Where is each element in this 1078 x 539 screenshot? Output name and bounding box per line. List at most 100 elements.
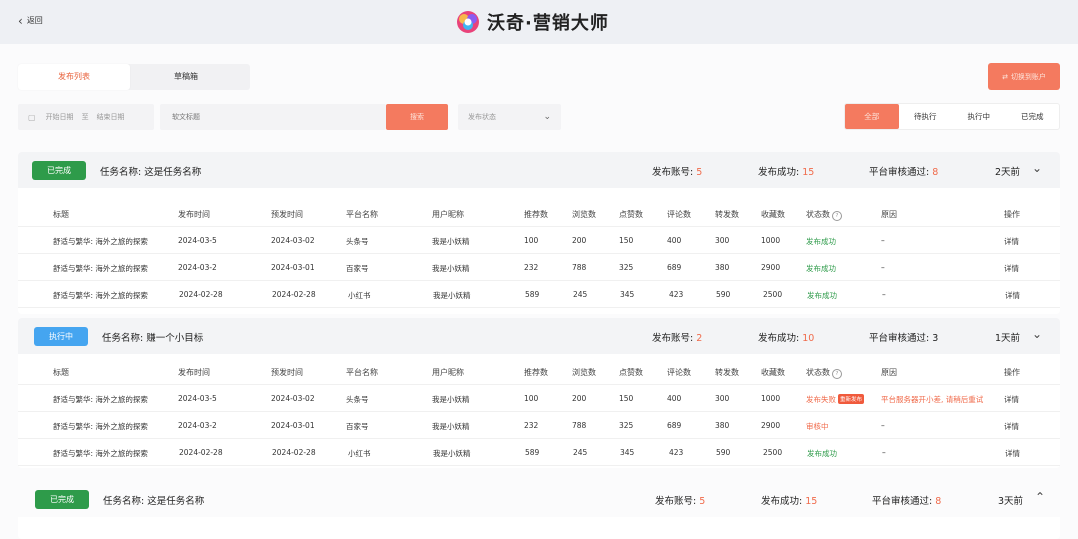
- task-name: 任务名称: 这是任务名称: [100, 164, 201, 178]
- cell-pre-time: 2024-02-28: [272, 290, 316, 299]
- column-header: 浏览数: [572, 210, 596, 219]
- cell-recommend: 100: [524, 236, 539, 245]
- cell-pre-time: 2024-03-01: [271, 421, 315, 430]
- table-row: 舒适与繁华: 海外之旅的探索 2024-02-28 2024-02-28 小红书…: [18, 281, 1060, 308]
- details-link[interactable]: 详情: [1004, 394, 1019, 405]
- column-header: 状态数?: [806, 209, 842, 221]
- chevron-up-icon[interactable]: ⌃: [1035, 490, 1045, 504]
- chevron-down-icon[interactable]: ⌄: [1032, 161, 1042, 175]
- cell-views: 788: [572, 421, 587, 430]
- search-button[interactable]: 搜索: [386, 104, 448, 130]
- cell-platform: 小红书: [348, 449, 371, 458]
- cell-nickname: 我是小妖精: [432, 237, 470, 246]
- stat-accounts: 发布账号: 2: [652, 330, 702, 344]
- cell-comments: 689: [667, 421, 682, 430]
- cell-title: 舒适与繁华: 海外之旅的探索: [53, 422, 148, 431]
- column-header-label: 状态数: [806, 368, 830, 377]
- back-label: 返回: [26, 16, 43, 25]
- stat-accounts-label: 发布账号:: [652, 167, 694, 178]
- switch-account-button[interactable]: ⇄ 切换到账户: [988, 63, 1060, 90]
- cell-title: 舒适与繁华: 海外之旅的探索: [53, 449, 148, 458]
- info-icon[interactable]: ?: [832, 369, 842, 379]
- cell-pre-time: 2024-03-02: [271, 394, 315, 403]
- column-header: 推荐数: [524, 210, 548, 219]
- stat-approved: 平台审核通过: 8: [869, 164, 938, 178]
- task-card: 已完成 任务名称: 这是任务名称 发布账号: 5 发布成功: 15 平台审核通过: 8…: [18, 481, 1060, 539]
- details-link[interactable]: 详情: [1005, 290, 1020, 301]
- chevron-down-icon[interactable]: ⌄: [1032, 327, 1042, 341]
- table-header: 标题 发布时间 预发时间 平台名称 用户昵称 推荐数 浏览数 点赞数 评论数 转…: [18, 358, 1060, 385]
- stat-accounts-value: 5: [699, 496, 706, 507]
- stat-approved-label: 平台审核通过:: [869, 167, 930, 178]
- task-card-header: 执行中 任务名称: 赚一个小目标 发布账号: 2 发布成功: 10 平台审核通过: 3…: [18, 318, 1060, 354]
- date-separator: 至: [81, 113, 89, 121]
- cell-views: 245: [573, 448, 588, 457]
- cell-platform: 百家号: [346, 422, 369, 431]
- title-search-input[interactable]: [160, 104, 386, 130]
- date-range-picker[interactable]: ▢ 开始日期 至 结束日期: [18, 104, 154, 130]
- task-card-header: 已完成 任务名称: 这是任务名称 发布账号: 5 发布成功: 15 平台审核通过: 8…: [18, 481, 1060, 517]
- cell-comments: 423: [669, 290, 684, 299]
- view-tabs: 发布列表 草稿箱: [18, 64, 250, 90]
- column-header: 推荐数: [524, 368, 548, 377]
- stat-success-label: 发布成功:: [761, 496, 803, 507]
- stat-success-value: 15: [802, 167, 815, 178]
- stat-accounts: 发布账号: 5: [655, 493, 705, 507]
- cell-status: 发布成功: [806, 264, 836, 273]
- info-icon[interactable]: ?: [832, 211, 842, 221]
- republish-button[interactable]: 重新发布: [838, 394, 865, 404]
- tab-publish-list[interactable]: 发布列表: [18, 64, 130, 90]
- cell-reason: –: [881, 263, 885, 272]
- stat-accounts-label: 发布账号:: [652, 333, 694, 344]
- status-filter-segment: 全部 待执行 执行中 已完成: [844, 103, 1060, 130]
- cell-comments: 689: [667, 263, 682, 272]
- details-link[interactable]: 详情: [1004, 421, 1019, 432]
- cell-publish-time: 2024-03-2: [178, 421, 217, 430]
- cell-recommend: 589: [525, 290, 540, 299]
- details-link[interactable]: 详情: [1004, 263, 1019, 274]
- cell-nickname: 我是小妖精: [432, 422, 470, 431]
- stat-success: 发布成功: 15: [758, 164, 814, 178]
- column-header: 原因: [881, 368, 897, 377]
- stat-success-label: 发布成功:: [758, 333, 800, 344]
- stat-accounts-value: 5: [696, 167, 703, 178]
- back-button[interactable]: ‹ 返回: [18, 13, 43, 28]
- column-header: 评论数: [667, 368, 691, 377]
- column-header: 收藏数: [761, 210, 785, 219]
- task-name-value: 这是任务名称: [144, 167, 202, 178]
- segment-completed[interactable]: 已完成: [1006, 104, 1060, 129]
- publish-status-select[interactable]: 发布状态 ⌄: [458, 104, 561, 130]
- brand-logo: 沃奇·营销大师: [455, 9, 609, 35]
- cell-views: 200: [572, 394, 587, 403]
- cell-reason: –: [881, 236, 885, 245]
- chevron-down-icon: ⌄: [543, 112, 551, 122]
- stat-approved: 平台审核通过: 3: [869, 330, 938, 344]
- cell-reason: 平台服务器开小差, 请稍后重试: [881, 395, 984, 404]
- column-header: 转发数: [715, 210, 739, 219]
- cell-nickname: 我是小妖精: [433, 291, 471, 300]
- table-row: 舒适与繁华: 海外之旅的探索 2024-03-5 2024-03-02 头条号 …: [18, 227, 1060, 254]
- column-header: 预发时间: [271, 368, 303, 377]
- main-content: 发布列表 草稿箱 ⇄ 切换到账户 ▢ 开始日期 至 结束日期 搜索 发布状态 ⌄…: [0, 44, 1078, 539]
- cell-recommend: 232: [524, 263, 539, 272]
- cell-publish-time: 2024-03-2: [178, 263, 217, 272]
- cell-views: 788: [572, 263, 587, 272]
- segment-all[interactable]: 全部: [845, 104, 899, 129]
- chevron-left-icon: ‹: [18, 13, 23, 28]
- stat-success-value: 15: [805, 496, 818, 507]
- stat-approved-value: 3: [932, 333, 939, 344]
- cell-publish-time: 2024-02-28: [179, 448, 223, 457]
- tab-drafts[interactable]: 草稿箱: [130, 64, 242, 90]
- cell-comments: 423: [669, 448, 684, 457]
- details-link[interactable]: 详情: [1005, 448, 1020, 459]
- segment-running[interactable]: 执行中: [952, 104, 1006, 129]
- cell-likes: 150: [619, 394, 634, 403]
- column-header: 评论数: [667, 210, 691, 219]
- stat-approved-value: 8: [935, 496, 942, 507]
- table-row: 舒适与繁华: 海外之旅的探索 2024-03-2 2024-03-01 百家号 …: [18, 254, 1060, 281]
- segment-pending[interactable]: 待执行: [899, 104, 953, 129]
- task-card: 执行中 任务名称: 赚一个小目标 发布账号: 2 发布成功: 10 平台审核通过: 3…: [18, 318, 1060, 468]
- table-header: 标题 发布时间 预发时间 平台名称 用户昵称 推荐数 浏览数 点赞数 评论数 转…: [18, 200, 1060, 227]
- details-link[interactable]: 详情: [1004, 236, 1019, 247]
- stat-accounts-value: 2: [696, 333, 703, 344]
